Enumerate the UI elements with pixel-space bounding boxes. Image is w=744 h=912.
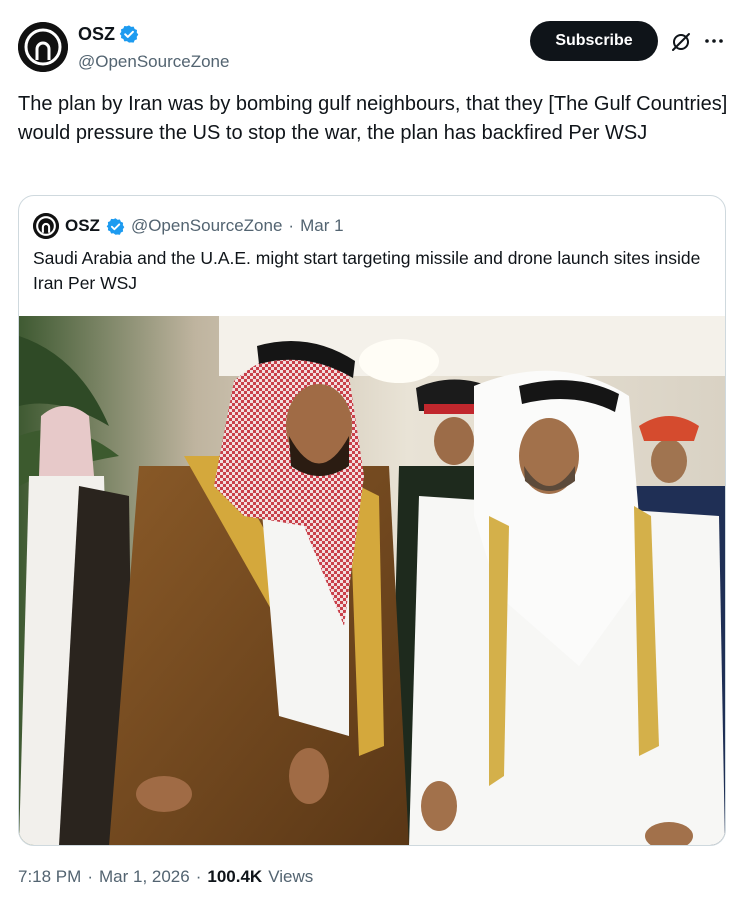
- views-count[interactable]: 100.4K: [207, 867, 262, 887]
- quote-separator: ·: [288, 216, 295, 235]
- quote-header: OSZ @OpenSourceZone · Mar 1: [33, 213, 344, 239]
- meta-separator: ·: [87, 867, 93, 886]
- tweet-time[interactable]: 7:18 PM: [18, 867, 81, 887]
- quote-photo[interactable]: [19, 316, 725, 845]
- meta-separator-2: ·: [195, 867, 202, 886]
- tweet-text: The plan by Iran was by bombing gulf nei…: [18, 93, 728, 144]
- quoted-tweet-card[interactable]: OSZ @OpenSourceZone · Mar 1 Saudi Arabia…: [18, 195, 726, 846]
- photo-illustration: [19, 316, 725, 845]
- more-options-icon[interactable]: [702, 29, 726, 53]
- open-source-logo-icon: [33, 213, 59, 239]
- quote-author-avatar[interactable]: [33, 213, 59, 239]
- open-source-logo-icon: [18, 22, 68, 72]
- author-avatar[interactable]: [18, 22, 68, 72]
- tweet-date[interactable]: Mar 1, 2026: [99, 867, 190, 887]
- tweet-meta: 7:18 PM · Mar 1, 2026 · 100.4K Views: [18, 867, 313, 887]
- quote-author-handle: @OpenSourceZone: [130, 216, 283, 235]
- verified-badge-icon[interactable]: [119, 24, 139, 44]
- subscribe-button[interactable]: Subscribe: [530, 21, 658, 61]
- quote-verified-badge-icon: [106, 217, 125, 236]
- quote-author-name[interactable]: OSZ: [65, 216, 100, 236]
- views-label: Views: [268, 867, 314, 886]
- grok-icon[interactable]: [670, 31, 692, 53]
- quote-date[interactable]: Mar 1: [300, 216, 343, 236]
- quote-text: Saudi Arabia and the U.A.E. might start …: [33, 248, 701, 293]
- tweet-header: OSZ @OpenSourceZone Subscribe: [18, 20, 726, 76]
- author-handle[interactable]: @OpenSourceZone: [78, 52, 229, 72]
- author-name-block: OSZ @OpenSourceZone: [78, 22, 229, 72]
- display-name-row: OSZ: [78, 22, 229, 46]
- author-display-name[interactable]: OSZ: [78, 24, 115, 45]
